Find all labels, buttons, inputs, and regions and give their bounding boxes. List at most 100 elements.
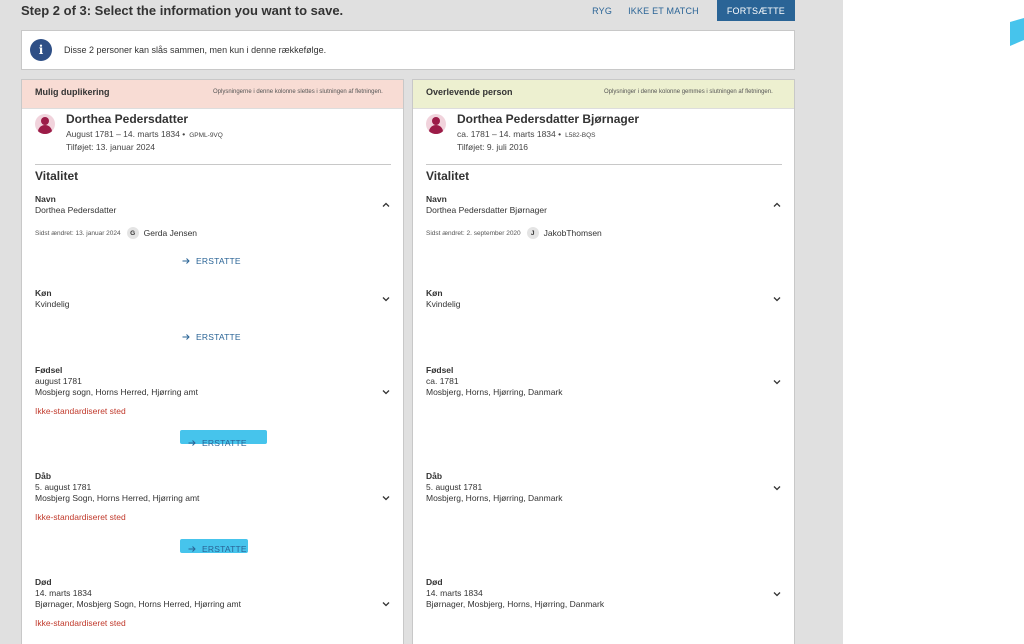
last-changed-text: Sidst ændret: 13. januar 2024 [35,229,121,237]
fact-birth: Fødsel ca. 1781 Mosbjerg, Horns, Hjørrin… [426,365,786,398]
not-a-match-button[interactable]: IKKE ET MATCH [620,6,707,16]
top-actions: RYG IKKE ET MATCH FORTSÆTTE [584,0,795,21]
person-summary: Dorthea Pedersdatter August 1781 – 14. m… [35,111,395,163]
fact-death: Død 14. marts 1834 Bjørnager, Mosbjerg S… [35,577,395,629]
arrow-right-icon [188,546,196,552]
fact-label: Køn [35,288,52,298]
user-name[interactable]: Gerda Jensen [144,228,197,238]
replace-label: ERSTATTE [196,332,241,342]
person-id: GPML-9VQ [189,132,223,139]
replace-button-name[interactable]: ERSTATTE [182,256,241,266]
fact-place: Mosbjerg, Horns, Hjørring, Danmark [426,387,563,397]
merge-page: Step 2 of 3: Select the information you … [0,0,843,644]
section-title: Vitalitet [426,169,470,183]
fact-label: Dåb [426,471,443,481]
fact-birth: Fødsel august 1781 Mosbjerg sogn, Horns … [35,365,395,417]
fact-label: Dåb [35,471,52,481]
fact-label: Køn [426,288,443,298]
chevron-down-icon[interactable] [772,377,782,387]
fact-label: Død [426,577,443,587]
person-id: L582-BQS [565,132,596,139]
chevron-down-icon[interactable] [772,589,782,599]
info-banner: i Disse 2 personer kan slås sammen, men … [21,30,795,70]
info-text: Disse 2 personer kan slås sammen, men ku… [64,45,327,55]
nonstandard-place-warning[interactable]: Ikke-standardiseret sted [35,512,395,523]
fact-label: Død [35,577,52,587]
replace-button-birth[interactable]: ERSTATTE [188,438,247,448]
person-name[interactable]: Dorthea Pedersdatter [66,112,188,126]
column-note: Oplysninger i denne kolonne gemmes i slu… [604,89,773,95]
fact-place: Bjørnager, Mosbjerg, Horns, Hjørring, Da… [426,599,605,609]
person-added: Tilføjet: 13. januar 2024 [66,142,155,152]
divider [426,164,782,165]
info-icon: i [30,39,52,61]
column-note: Oplysningerne i denne kolonne slettes i … [213,89,383,95]
fact-date: 14. marts 1834 [426,588,483,598]
fact-name: Navn Dorthea Pedersdatter [35,194,395,216]
user-initial-badge: G [126,227,139,239]
person-dates: ca. 1781 – 14. marts 1834 • L582-BQS [457,129,595,139]
continue-button[interactable]: FORTSÆTTE [716,0,795,21]
fact-value: Kvindelig [35,299,70,309]
column-header: Overlevende person Oplysninger i denne k… [413,80,794,109]
chevron-down-icon[interactable] [381,294,391,304]
nonstandard-place-warning[interactable]: Ikke-standardiseret sted [35,618,395,629]
fact-place: Mosbjerg, Horns, Hjørring, Danmark [426,493,563,503]
column-title: Overlevende person [426,87,513,97]
arrow-right-icon [188,440,196,446]
chevron-down-icon[interactable] [381,493,391,503]
person-added: Tilføjet: 9. juli 2016 [457,142,529,152]
last-changed-text: Sidst ændret: 2. september 2020 [426,229,521,237]
fact-label: Navn [35,194,56,204]
last-changed: Sidst ændret: 13. januar 2024 G Gerda Je… [35,227,197,239]
fact-value: Kvindelig [426,299,461,309]
person-dates: August 1781 – 14. marts 1834 • GPML-9VQ [66,129,223,139]
fact-date: 5. august 1781 [426,482,483,492]
fact-date: ca. 1781 [426,376,459,386]
fact-label: Fødsel [35,365,63,375]
fact-baptism: Dåb 5. august 1781 Mosbjerg, Horns, Hjør… [426,471,786,504]
column-header: Mulig duplikering Oplysningerne i denne … [22,80,403,109]
replace-label: ERSTATTE [202,438,247,448]
fact-place: Mosbjerg Sogn, Horns Herred, Hjørring am… [35,493,200,503]
surviving-column: Overlevende person Oplysninger i denne k… [412,79,795,644]
person-lifespan: August 1781 – 14. marts 1834 • [66,129,186,139]
fact-value: Dorthea Pedersdatter [35,205,117,215]
replace-button-baptism[interactable]: ERSTATTE [188,544,247,554]
chevron-down-icon[interactable] [772,483,782,493]
arrow-right-icon [182,258,190,264]
arrow-right-icon [182,334,190,340]
fact-value: Dorthea Pedersdatter Bjørnager [426,205,547,215]
chevron-up-icon[interactable] [381,200,391,210]
fact-death: Død 14. marts 1834 Bjørnager, Mosbjerg, … [426,577,786,610]
person-name[interactable]: Dorthea Pedersdatter Bjørnager [457,112,639,126]
person-lifespan: ca. 1781 – 14. marts 1834 • [457,129,562,139]
fact-sex: Køn Kvindelig [35,288,395,310]
page-title: Step 2 of 3: Select the information you … [21,3,344,18]
female-avatar-icon [35,114,55,134]
fact-place: Mosbjerg sogn, Horns Herred, Hjørring am… [35,387,198,397]
person-summary: Dorthea Pedersdatter Bjørnager ca. 1781 … [426,111,786,163]
user-initial-badge: J [526,227,539,239]
highlight-mark [1010,18,1024,46]
column-title: Mulig duplikering [35,87,110,97]
user-name[interactable]: JakobThomsen [544,228,602,238]
nonstandard-place-warning[interactable]: Ikke-standardiseret sted [35,406,395,417]
fact-label: Navn [426,194,447,204]
duplicate-column: Mulig duplikering Oplysningerne i denne … [21,79,404,644]
fact-date: 14. marts 1834 [35,588,92,598]
fact-date: august 1781 [35,376,82,386]
replace-button-sex[interactable]: ERSTATTE [182,332,241,342]
chevron-down-icon[interactable] [772,294,782,304]
back-button[interactable]: RYG [584,6,620,16]
chevron-down-icon[interactable] [381,387,391,397]
fact-place: Bjørnager, Mosbjerg Sogn, Horns Herred, … [35,599,241,609]
chevron-up-icon[interactable] [772,200,782,210]
divider [35,164,391,165]
replace-label: ERSTATTE [196,256,241,266]
fact-name: Navn Dorthea Pedersdatter Bjørnager [426,194,786,216]
last-changed: Sidst ændret: 2. september 2020 J JakobT… [426,227,602,239]
chevron-down-icon[interactable] [381,599,391,609]
fact-label: Fødsel [426,365,454,375]
fact-baptism: Dåb 5. august 1781 Mosbjerg Sogn, Horns … [35,471,395,523]
